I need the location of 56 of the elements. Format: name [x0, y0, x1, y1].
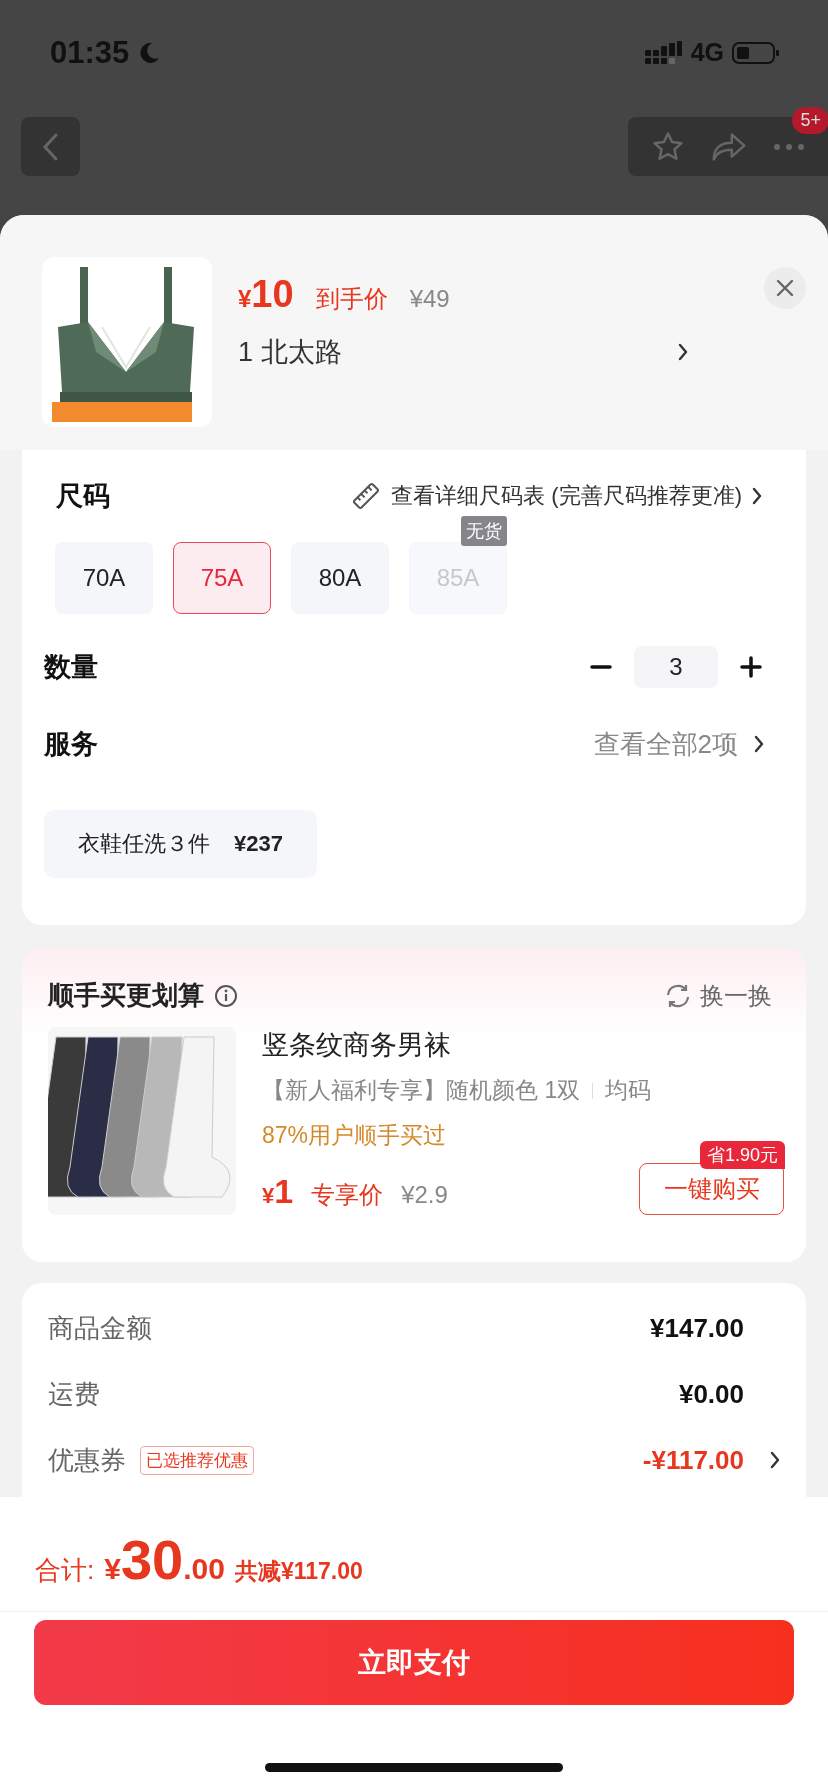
moon-icon: [137, 40, 162, 65]
service-price: ¥237: [234, 831, 283, 857]
summary-value: ¥147.00: [650, 1312, 745, 1344]
section-title: 数量: [44, 651, 98, 684]
chevron-right-icon: [678, 343, 688, 361]
product-desc: 【新人福利专享】随机颜色 1双: [262, 1076, 581, 1105]
summary-label: 优惠券: [48, 1443, 126, 1477]
summary-label: 商品金额: [48, 1311, 152, 1345]
size-option[interactable]: 75A: [173, 542, 271, 614]
discount-total: 共减¥117.00: [234, 1557, 363, 1586]
price: ¥10: [238, 273, 294, 316]
product-spec: 均码: [605, 1076, 652, 1105]
coupon-tag: 已选推荐优惠: [140, 1445, 254, 1475]
section-title: 服务: [44, 728, 98, 761]
variant-label: 1 北太路: [238, 336, 342, 369]
chevron-right-icon: [770, 1451, 780, 1469]
original-price: ¥2.9: [401, 1181, 448, 1209]
summary-value[interactable]: -¥117.00: [642, 1444, 744, 1476]
notification-badge: 5+: [792, 107, 828, 134]
summary-label: 运费: [48, 1377, 100, 1411]
size-option[interactable]: 70A: [55, 542, 153, 614]
total-label: 合计:: [35, 1554, 95, 1587]
size-option[interactable]: 80A: [291, 542, 389, 614]
battery-icon: [732, 40, 780, 65]
social-proof: 87%用户顺手买过: [262, 1121, 448, 1150]
service-chip[interactable]: 衣鞋任洗３件 ¥237: [44, 810, 317, 878]
product-name: 竖条纹商务男袜: [262, 1029, 452, 1062]
chevron-right-icon: [754, 735, 764, 753]
price: ¥1: [262, 1172, 294, 1211]
more-icon[interactable]: [773, 142, 805, 151]
info-icon[interactable]: [214, 983, 238, 1008]
size-chart-link[interactable]: 查看详细尺码表 (完善尺码推荐更准): [391, 481, 742, 511]
original-price: ¥49: [409, 285, 450, 313]
savings-badge: 省1.90元: [699, 1141, 785, 1169]
plus-icon: [740, 656, 762, 678]
minus-icon: [590, 665, 612, 669]
pay-button[interactable]: 立即支付: [34, 1620, 794, 1705]
view-all-link[interactable]: 查看全部2项: [593, 726, 738, 762]
service-name: 衣鞋任洗３件: [78, 830, 210, 858]
buy-button[interactable]: 一键购买: [639, 1163, 784, 1215]
price-label: 到手价: [315, 284, 388, 314]
refresh-link[interactable]: 换一换: [700, 979, 772, 1012]
section-title: 尺码: [56, 480, 110, 513]
price-label: 专享价: [311, 1180, 384, 1210]
close-icon: [775, 278, 795, 298]
plus-button[interactable]: [740, 656, 762, 678]
ruler-icon: [351, 481, 382, 511]
stock-tag: 无货: [461, 516, 507, 546]
summary-value: ¥0.00: [678, 1378, 745, 1410]
total-amount: ¥30.00: [104, 1527, 225, 1592]
section-title: 顺手买更划算: [48, 979, 204, 1012]
minus-button[interactable]: [590, 665, 612, 669]
signal-icon: [644, 40, 683, 65]
close-button[interactable]: [764, 267, 806, 309]
chevron-right-icon: [752, 487, 762, 505]
quantity-field[interactable]: 3: [634, 646, 718, 688]
